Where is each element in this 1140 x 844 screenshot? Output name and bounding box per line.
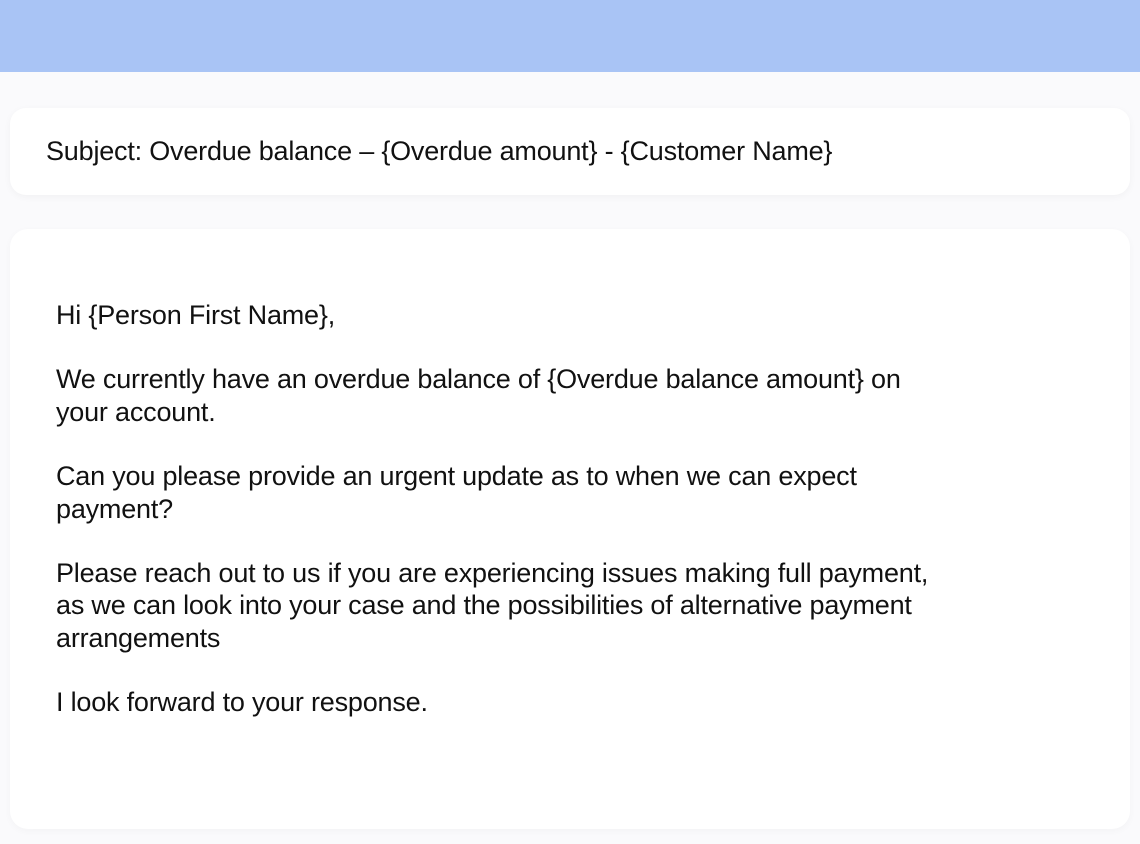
email-greeting: Hi {Person First Name},	[56, 299, 956, 331]
email-body-card: Hi {Person First Name}, We currently hav…	[10, 229, 1130, 829]
content-wrapper: Subject: Overdue balance – {Overdue amou…	[0, 72, 1140, 829]
email-paragraph-3: Please reach out to us if you are experi…	[56, 557, 956, 654]
email-paragraph-1: We currently have an overdue balance of …	[56, 363, 956, 428]
subject-line: Subject: Overdue balance – {Overdue amou…	[46, 136, 1094, 167]
email-paragraph-2: Can you please provide an urgent update …	[56, 460, 956, 525]
email-closing: I look forward to your response.	[56, 686, 956, 718]
header-bar	[0, 0, 1140, 72]
subject-card: Subject: Overdue balance – {Overdue amou…	[10, 108, 1130, 195]
